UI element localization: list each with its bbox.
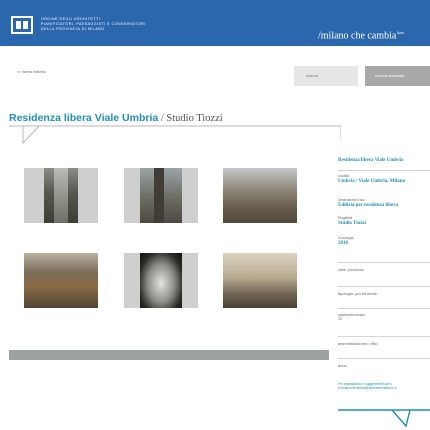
gallery-divider-bar bbox=[9, 350, 329, 360]
site-brand-link[interactable]: /milano che cambiabeta bbox=[318, 30, 404, 41]
filter-typology[interactable]: tipologia: per funzione bbox=[338, 286, 430, 296]
header-bar: ORDINE DEGLI ARCHITETTI PIANIFICATORI, P… bbox=[0, 0, 430, 46]
sidebar-callout-line bbox=[338, 409, 430, 428]
beta-badge: beta bbox=[397, 30, 404, 35]
designer-label: Progettisti bbox=[338, 216, 353, 220]
org-line: DELLA PROVINCIA DI MILANO bbox=[41, 27, 105, 31]
location-value[interactable]: Umbria / Viale Umbria, Milano bbox=[338, 179, 405, 184]
back-link[interactable]: << torna indietro bbox=[17, 69, 46, 74]
project-name: Residenza libera Viale Umbria bbox=[9, 112, 159, 124]
brand-text: /milano che cambia bbox=[318, 30, 397, 42]
sidebar-project-name: Residenza libera Viale Umbria bbox=[338, 158, 404, 163]
construction-tower-photo[interactable] bbox=[24, 168, 98, 223]
filter-district[interactable]: quartiere/municipio ZD bbox=[338, 308, 430, 321]
title-callout-line bbox=[9, 125, 341, 145]
org-name: ORDINE DEGLI ARCHITETTI PIANIFICATORI, P… bbox=[41, 17, 146, 32]
designer-value[interactable]: Studio Tiozzi bbox=[338, 221, 366, 226]
year-label: Cronologia bbox=[338, 236, 354, 240]
category-value[interactable]: Edilizia per residenza libera bbox=[338, 203, 398, 208]
location-label: Località bbox=[338, 174, 349, 178]
filter-city[interactable]: città: provincia bbox=[338, 262, 430, 272]
advanced-search-button[interactable]: ricerca avanzata bbox=[365, 66, 430, 86]
search-input[interactable]: ricerca bbox=[294, 66, 358, 86]
contact-note: Per segnalazioni e suggerimenti scrivi a… bbox=[338, 382, 396, 391]
sidebar-divider bbox=[338, 170, 430, 171]
project-info-sidebar: Residenza libera Viale Umbria Località U… bbox=[338, 150, 430, 430]
contact-email-link[interactable]: a milanochecambia@ordinearchitetti.mi.it bbox=[338, 386, 396, 390]
page-title: Residenza libera Viale Umbria / Studio T… bbox=[9, 108, 223, 126]
category-label: Destinazione d'uso bbox=[338, 198, 365, 202]
filter-administration[interactable]: amministrazione: uffici bbox=[338, 336, 430, 346]
filter-year[interactable]: anno bbox=[338, 358, 430, 368]
studio-name-link[interactable]: Studio Tiozzi bbox=[166, 113, 222, 124]
filter-district-value: ZD bbox=[338, 317, 343, 322]
canopy-detail-photo[interactable] bbox=[124, 253, 198, 308]
construction-pillars-photo[interactable] bbox=[223, 253, 297, 308]
order-logo-icon[interactable] bbox=[11, 16, 33, 34]
year-value[interactable]: 2010 bbox=[338, 241, 348, 246]
construction-foundation-photo[interactable] bbox=[24, 253, 98, 308]
construction-site-wide-photo[interactable] bbox=[223, 168, 297, 223]
construction-crane-photo[interactable] bbox=[124, 168, 198, 223]
